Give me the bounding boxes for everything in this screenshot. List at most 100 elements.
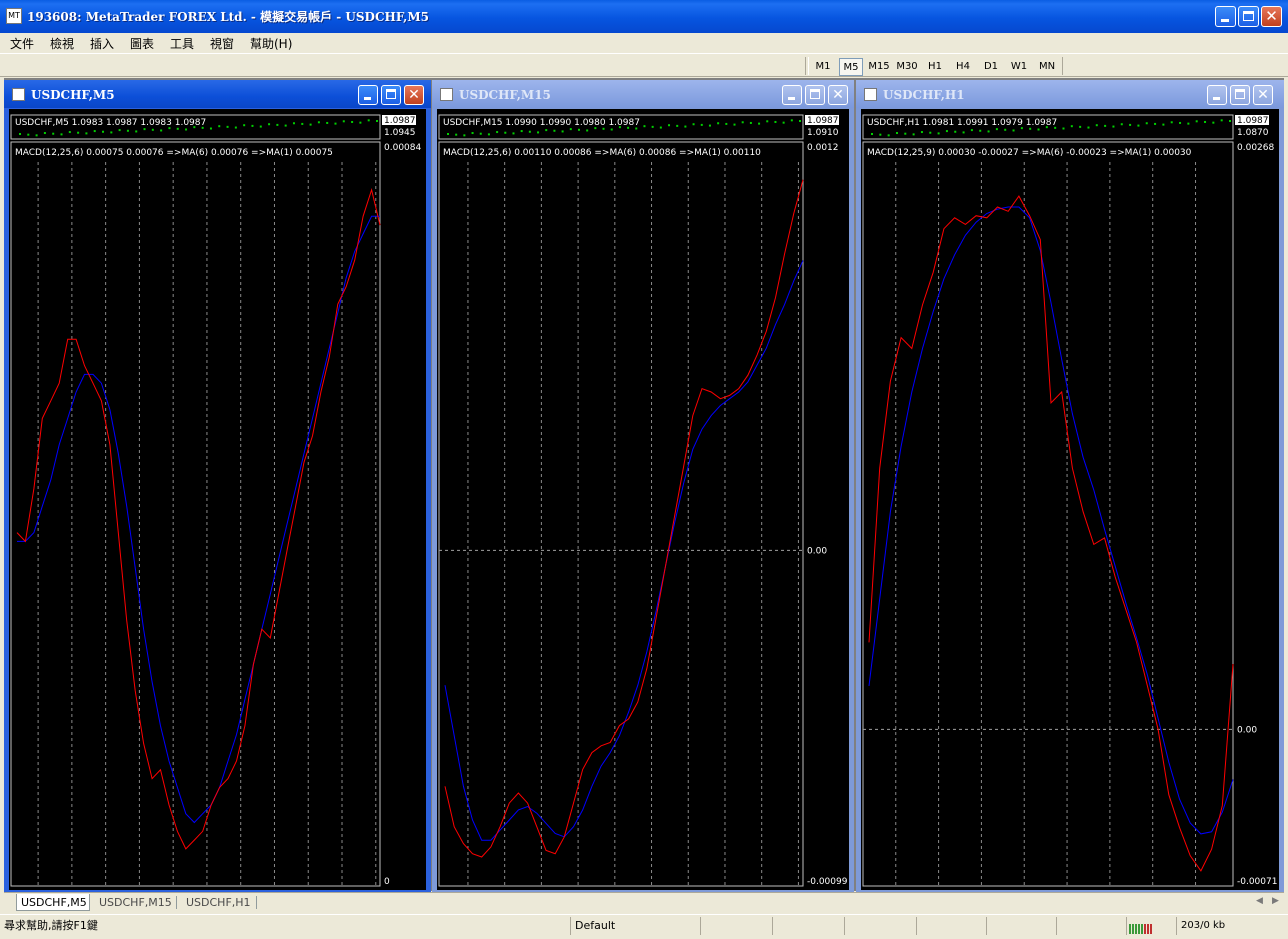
menu-view[interactable]: 檢視 (50, 35, 74, 52)
tf-m15[interactable]: M15 (866, 58, 892, 76)
price-bar-mark (342, 120, 345, 123)
price-bar-mark (1212, 121, 1215, 124)
price-bar-mark (1095, 124, 1098, 127)
tf-m5[interactable]: M5 (839, 58, 863, 76)
status-help-text: 尋求幫助,請按F1鍵 (4, 919, 98, 932)
minimize-button[interactable] (1215, 6, 1236, 27)
tf-m1[interactable]: M1 (811, 58, 835, 76)
price-bar-mark (43, 132, 46, 135)
tf-d1[interactable]: D1 (979, 58, 1003, 76)
price-bar-mark (52, 132, 55, 135)
status-cell-empty (1056, 917, 1126, 935)
chart-maximize-button[interactable] (1230, 85, 1250, 105)
close-button[interactable]: ✕ (1261, 6, 1282, 27)
price-bar-mark (741, 121, 744, 124)
chart-minimize-button[interactable] (358, 85, 378, 105)
chart-window-title: USDCHF,H1 (883, 88, 965, 102)
price-bar-mark (351, 120, 354, 123)
price-bar-mark (1070, 125, 1073, 128)
macd-chart-svg[interactable]: USDCHF,M5 1.0983 1.0987 1.0983 1.0987 1.0… (9, 109, 426, 890)
chart-window-titlebar[interactable]: USDCHF,H1 ✕ (856, 80, 1284, 108)
metatrader-icon[interactable]: MT (6, 8, 22, 24)
maximize-button[interactable] (1238, 6, 1259, 27)
tf-h4[interactable]: H4 (951, 58, 975, 76)
chart-minimize-button[interactable] (1207, 85, 1227, 105)
chart-minimize-button[interactable] (782, 85, 802, 105)
tf-mn[interactable]: MN (1034, 58, 1060, 76)
chart-close-button[interactable]: ✕ (404, 85, 424, 105)
price-bar-mark (110, 131, 113, 134)
tf-h1[interactable]: H1 (923, 58, 947, 76)
tab-usdchf-h1[interactable]: USDCHF,H1 (182, 894, 255, 911)
menu-window[interactable]: 視窗 (210, 35, 234, 52)
price-bar-mark (243, 124, 246, 127)
price-bar-mark (945, 130, 948, 133)
title-bar[interactable]: MT 193608: MetaTrader FOREX Ltd. - 模擬交易帳… (0, 0, 1288, 33)
status-profile: Default (570, 917, 700, 935)
tab-scroll-right-icon[interactable]: ▶ (1272, 896, 1279, 906)
chart-icon[interactable] (12, 88, 25, 101)
chart-icon[interactable] (864, 88, 877, 101)
toolbar-grip[interactable] (805, 57, 809, 75)
tf-m30[interactable]: M30 (894, 58, 920, 76)
macd-chart-svg[interactable]: USDCHF,H1 1.0981 1.0991 1.0979 1.0987 1.0… (861, 109, 1279, 890)
macd-main-line (444, 179, 804, 858)
price-bar-mark (268, 123, 271, 126)
chart-window-titlebar[interactable]: USDCHF,M5 ✕ (4, 80, 431, 108)
price-bar-mark (1162, 123, 1165, 126)
price-bar-mark (367, 119, 370, 122)
chart-window-usdchf-m15[interactable]: USDCHF,M15 ✕ USDCHF,M15 1.0990 1.0990 1.… (432, 80, 854, 892)
price-bar-mark (126, 129, 129, 132)
chart-maximize-button[interactable] (805, 85, 825, 105)
chart-tabs-bar: USDCHF,M5 USDCHF,M15 USDCHF,H1 ◀ ▶ (4, 892, 1284, 912)
status-cell-empty (986, 917, 1056, 935)
price-bar-mark (887, 134, 890, 137)
chart-window-usdchf-h1[interactable]: USDCHF,H1 ✕ USDCHF,H1 1.0981 1.0991 1.09… (856, 80, 1284, 892)
price-bar-mark (463, 134, 466, 137)
status-cell-empty (772, 917, 844, 935)
macd-chart-svg[interactable]: USDCHF,M15 1.0990 1.0990 1.0980 1.0987 1.… (437, 109, 849, 890)
price-bar-mark (259, 125, 262, 128)
macd-zero-label: 0.00 (1237, 725, 1257, 735)
price-bar-mark (317, 121, 320, 124)
price-bar-mark (995, 128, 998, 131)
price-bar-mark (455, 133, 458, 136)
menu-tools[interactable]: 工具 (170, 35, 194, 52)
price-bar-mark (602, 127, 605, 130)
price-bar-mark (185, 128, 188, 131)
toolbar-end-separator (1062, 57, 1063, 75)
chart-window-titlebar[interactable]: USDCHF,M15 ✕ (432, 80, 854, 108)
status-cell-empty (916, 917, 986, 935)
price-bar-mark (1079, 125, 1082, 128)
tab-usdchf-m5[interactable]: USDCHF,M5 (16, 894, 90, 911)
price-bar-mark (151, 128, 154, 131)
chart-maximize-button[interactable] (381, 85, 401, 105)
connection-status-cell[interactable] (1126, 917, 1176, 935)
price-bar-mark (717, 122, 720, 125)
chart-close-button[interactable]: ✕ (828, 85, 848, 105)
chart-canvas[interactable]: USDCHF,M15 1.0990 1.0990 1.0980 1.0987 1.… (437, 109, 849, 890)
tf-w1[interactable]: W1 (1007, 58, 1031, 76)
price-bar-mark (879, 133, 882, 136)
price-bar-mark (774, 120, 777, 123)
close-icon: ✕ (832, 87, 844, 103)
chart-close-button[interactable]: ✕ (1253, 85, 1273, 105)
price-bar-mark (782, 121, 785, 124)
price-bar-mark (520, 130, 523, 133)
tab-usdchf-m15[interactable]: USDCHF,M15 (95, 894, 176, 911)
price-bar-mark (504, 131, 507, 134)
price-scale-label-low: 1.0870 (1237, 128, 1269, 138)
chart-canvas[interactable]: USDCHF,M5 1.0983 1.0987 1.0983 1.0987 1.0… (9, 109, 426, 890)
menu-charts[interactable]: 圖表 (130, 35, 154, 52)
price-bar-mark (35, 134, 38, 137)
menu-file[interactable]: 文件 (10, 35, 34, 52)
chart-canvas[interactable]: USDCHF,H1 1.0981 1.0991 1.0979 1.0987 1.0… (861, 109, 1279, 890)
price-scale-label-current: 1.0987 (807, 116, 839, 126)
chart-window-usdchf-m5[interactable]: USDCHF,M5 ✕ USDCHF,M5 1.0983 1.0987 1.09… (4, 80, 431, 892)
menu-help[interactable]: 幫助(H) (250, 35, 292, 52)
timeframe-toolbar: M1 M5 M15 M30 H1 H4 D1 W1 MN (0, 53, 1288, 77)
menu-insert[interactable]: 插入 (90, 35, 114, 52)
price-bar-mark (326, 121, 329, 124)
tab-scroll-left-icon[interactable]: ◀ (1256, 896, 1263, 906)
chart-icon[interactable] (440, 88, 453, 101)
